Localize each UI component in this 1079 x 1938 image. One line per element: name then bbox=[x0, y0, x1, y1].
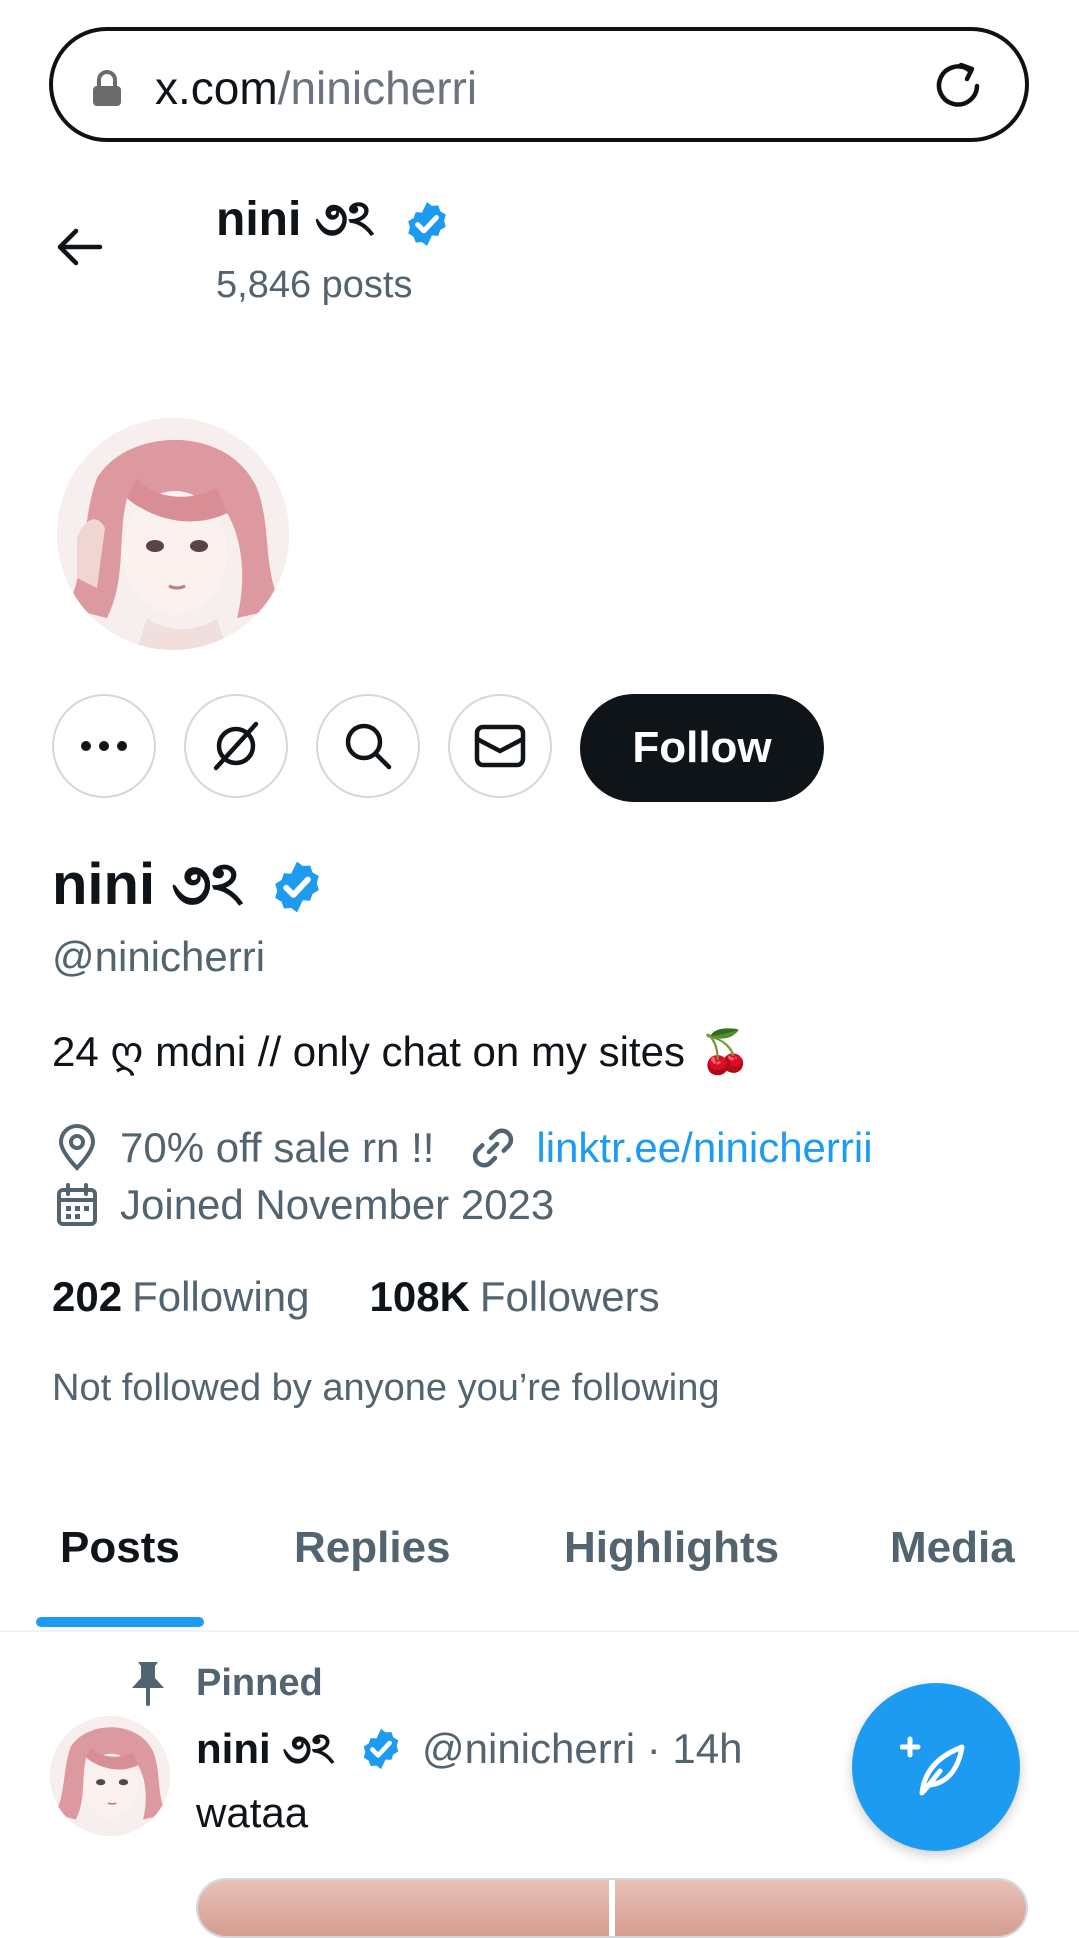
url-path: /ninicherri bbox=[277, 62, 478, 114]
profile-website-link[interactable]: linktr.ee/ninicherrii bbox=[536, 1124, 872, 1172]
avatar[interactable] bbox=[57, 418, 289, 650]
pin-icon bbox=[128, 1660, 168, 1711]
post-avatar[interactable] bbox=[50, 1716, 170, 1836]
following-link[interactable]: 202 Following bbox=[52, 1270, 310, 1324]
bio: 24 ღ mdni // only chat on my sites 🍒 bbox=[52, 1025, 751, 1079]
lock-icon bbox=[91, 70, 123, 113]
url-host: x.com bbox=[155, 62, 278, 114]
envelope-icon bbox=[474, 724, 526, 768]
followers-count: 108K bbox=[369, 1273, 470, 1320]
verified-badge-icon bbox=[402, 199, 452, 254]
profile-handle: @ninicherri bbox=[52, 933, 266, 980]
post-meta-separator: · bbox=[646, 1725, 661, 1772]
profile-joined-row: Joined November 2023 bbox=[52, 1178, 554, 1232]
grok-button[interactable] bbox=[184, 694, 288, 798]
tab-replies[interactable]: Replies bbox=[294, 1520, 451, 1576]
link-icon bbox=[468, 1123, 518, 1173]
bio-text: 24 ღ mdni // only chat on my sites bbox=[52, 1028, 685, 1075]
reload-icon[interactable] bbox=[929, 57, 987, 120]
url-text[interactable]: x.com/ninicherri bbox=[155, 58, 477, 118]
profile-meta-row: 70% off sale rn !! linktr.ee/ninicherrii bbox=[52, 1121, 873, 1175]
active-tab-indicator bbox=[36, 1617, 204, 1627]
location-pin-icon bbox=[52, 1123, 102, 1173]
tab-divider bbox=[0, 1630, 1079, 1632]
post-time[interactable]: 14h bbox=[672, 1725, 742, 1772]
profile-location: 70% off sale rn !! bbox=[120, 1124, 435, 1171]
follow-button[interactable]: Follow bbox=[580, 694, 824, 802]
header-post-count: 5,846 posts bbox=[216, 264, 413, 306]
post-text: wataa bbox=[196, 1789, 309, 1836]
verified-badge-icon bbox=[358, 1726, 404, 1777]
follow-stats: 202 Following 108K Followers bbox=[52, 1270, 660, 1324]
compose-post-button[interactable] bbox=[852, 1683, 1020, 1851]
header-name: nini ૭ঽ bbox=[216, 193, 375, 246]
arrow-left-icon bbox=[57, 228, 103, 266]
back-button[interactable] bbox=[54, 225, 104, 274]
more-horizontal-icon bbox=[81, 741, 127, 751]
display-name: nini ૭ঽ bbox=[52, 852, 244, 917]
verified-badge-icon[interactable] bbox=[268, 858, 326, 921]
tab-posts[interactable]: Posts bbox=[60, 1520, 180, 1576]
post-media[interactable] bbox=[196, 1878, 1028, 1938]
post-media-image[interactable] bbox=[198, 1880, 609, 1936]
followers-label: Followers bbox=[479, 1273, 660, 1320]
search-button[interactable] bbox=[316, 694, 420, 798]
calendar-icon bbox=[52, 1180, 102, 1230]
post-media-image[interactable] bbox=[615, 1880, 1026, 1936]
post-author-name[interactable]: nini ૭ঽ bbox=[196, 1722, 334, 1776]
compose-post-icon bbox=[900, 1736, 965, 1796]
grok-icon bbox=[213, 721, 259, 771]
search-icon bbox=[345, 723, 392, 770]
pinned-label: Pinned bbox=[196, 1662, 323, 1704]
more-button[interactable] bbox=[52, 694, 156, 798]
followers-link[interactable]: 108K Followers bbox=[370, 1270, 660, 1324]
cherry-emoji: 🍒 bbox=[698, 1028, 752, 1075]
tab-media[interactable]: Media bbox=[890, 1520, 1015, 1576]
following-label: Following bbox=[132, 1273, 310, 1320]
post-author-handle[interactable]: @ninicherri bbox=[422, 1725, 635, 1772]
following-count: 202 bbox=[52, 1273, 123, 1320]
post-meta: @ninicherri · 14h bbox=[422, 1722, 742, 1776]
profile-joined-date: Joined November 2023 bbox=[120, 1181, 555, 1228]
message-button[interactable] bbox=[448, 694, 552, 798]
not-followed-notice: Not followed by anyone you’re following bbox=[52, 1367, 720, 1409]
tab-highlights[interactable]: Highlights bbox=[564, 1520, 779, 1576]
